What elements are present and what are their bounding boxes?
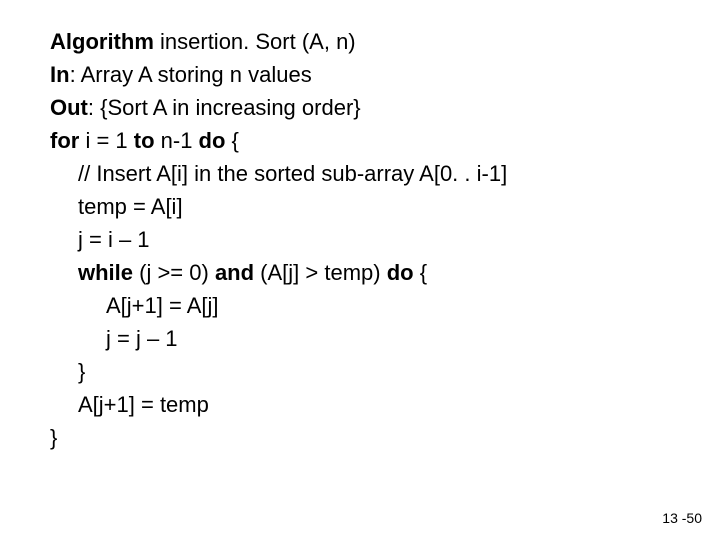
pseudocode: Algorithm insertion. Sort (A, n) In: Arr… xyxy=(50,25,670,454)
code-line-13: } xyxy=(50,421,670,454)
code-line-10: j = j – 1 xyxy=(50,322,670,355)
code-line-4: for i = 1 to n-1 do { xyxy=(50,124,670,157)
text: n-1 xyxy=(155,128,199,153)
text: i = 1 xyxy=(79,128,133,153)
text: (A[j] > temp) xyxy=(254,260,387,285)
code-line-11: } xyxy=(50,355,670,388)
text: { xyxy=(225,128,238,153)
code-line-2: In: Array A storing n values xyxy=(50,58,670,91)
slide: Algorithm insertion. Sort (A, n) In: Arr… xyxy=(0,0,720,540)
kw-to: to xyxy=(134,128,155,153)
text: (j >= 0) xyxy=(133,260,215,285)
code-line-1: Algorithm insertion. Sort (A, n) xyxy=(50,25,670,58)
code-line-5: // Insert A[i] in the sorted sub-array A… xyxy=(50,157,670,190)
text: : Array A storing n values xyxy=(70,62,312,87)
text: : {Sort A in increasing order} xyxy=(88,95,361,120)
kw-do: do xyxy=(199,128,226,153)
text: { xyxy=(414,260,427,285)
kw-for: for xyxy=(50,128,79,153)
code-line-3: Out: {Sort A in increasing order} xyxy=(50,91,670,124)
kw-and: and xyxy=(215,260,254,285)
code-line-7: j = i – 1 xyxy=(50,223,670,256)
code-line-8: while (j >= 0) and (A[j] > temp) do { xyxy=(50,256,670,289)
page-number: 13 -50 xyxy=(662,510,702,526)
kw-while: while xyxy=(78,260,133,285)
kw-algorithm: Algorithm xyxy=(50,29,154,54)
text: insertion. Sort (A, n) xyxy=(154,29,356,54)
kw-in: In xyxy=(50,62,70,87)
code-line-9: A[j+1] = A[j] xyxy=(50,289,670,322)
kw-out: Out xyxy=(50,95,88,120)
kw-do: do xyxy=(387,260,414,285)
code-line-6: temp = A[i] xyxy=(50,190,670,223)
code-line-12: A[j+1] = temp xyxy=(50,388,670,421)
